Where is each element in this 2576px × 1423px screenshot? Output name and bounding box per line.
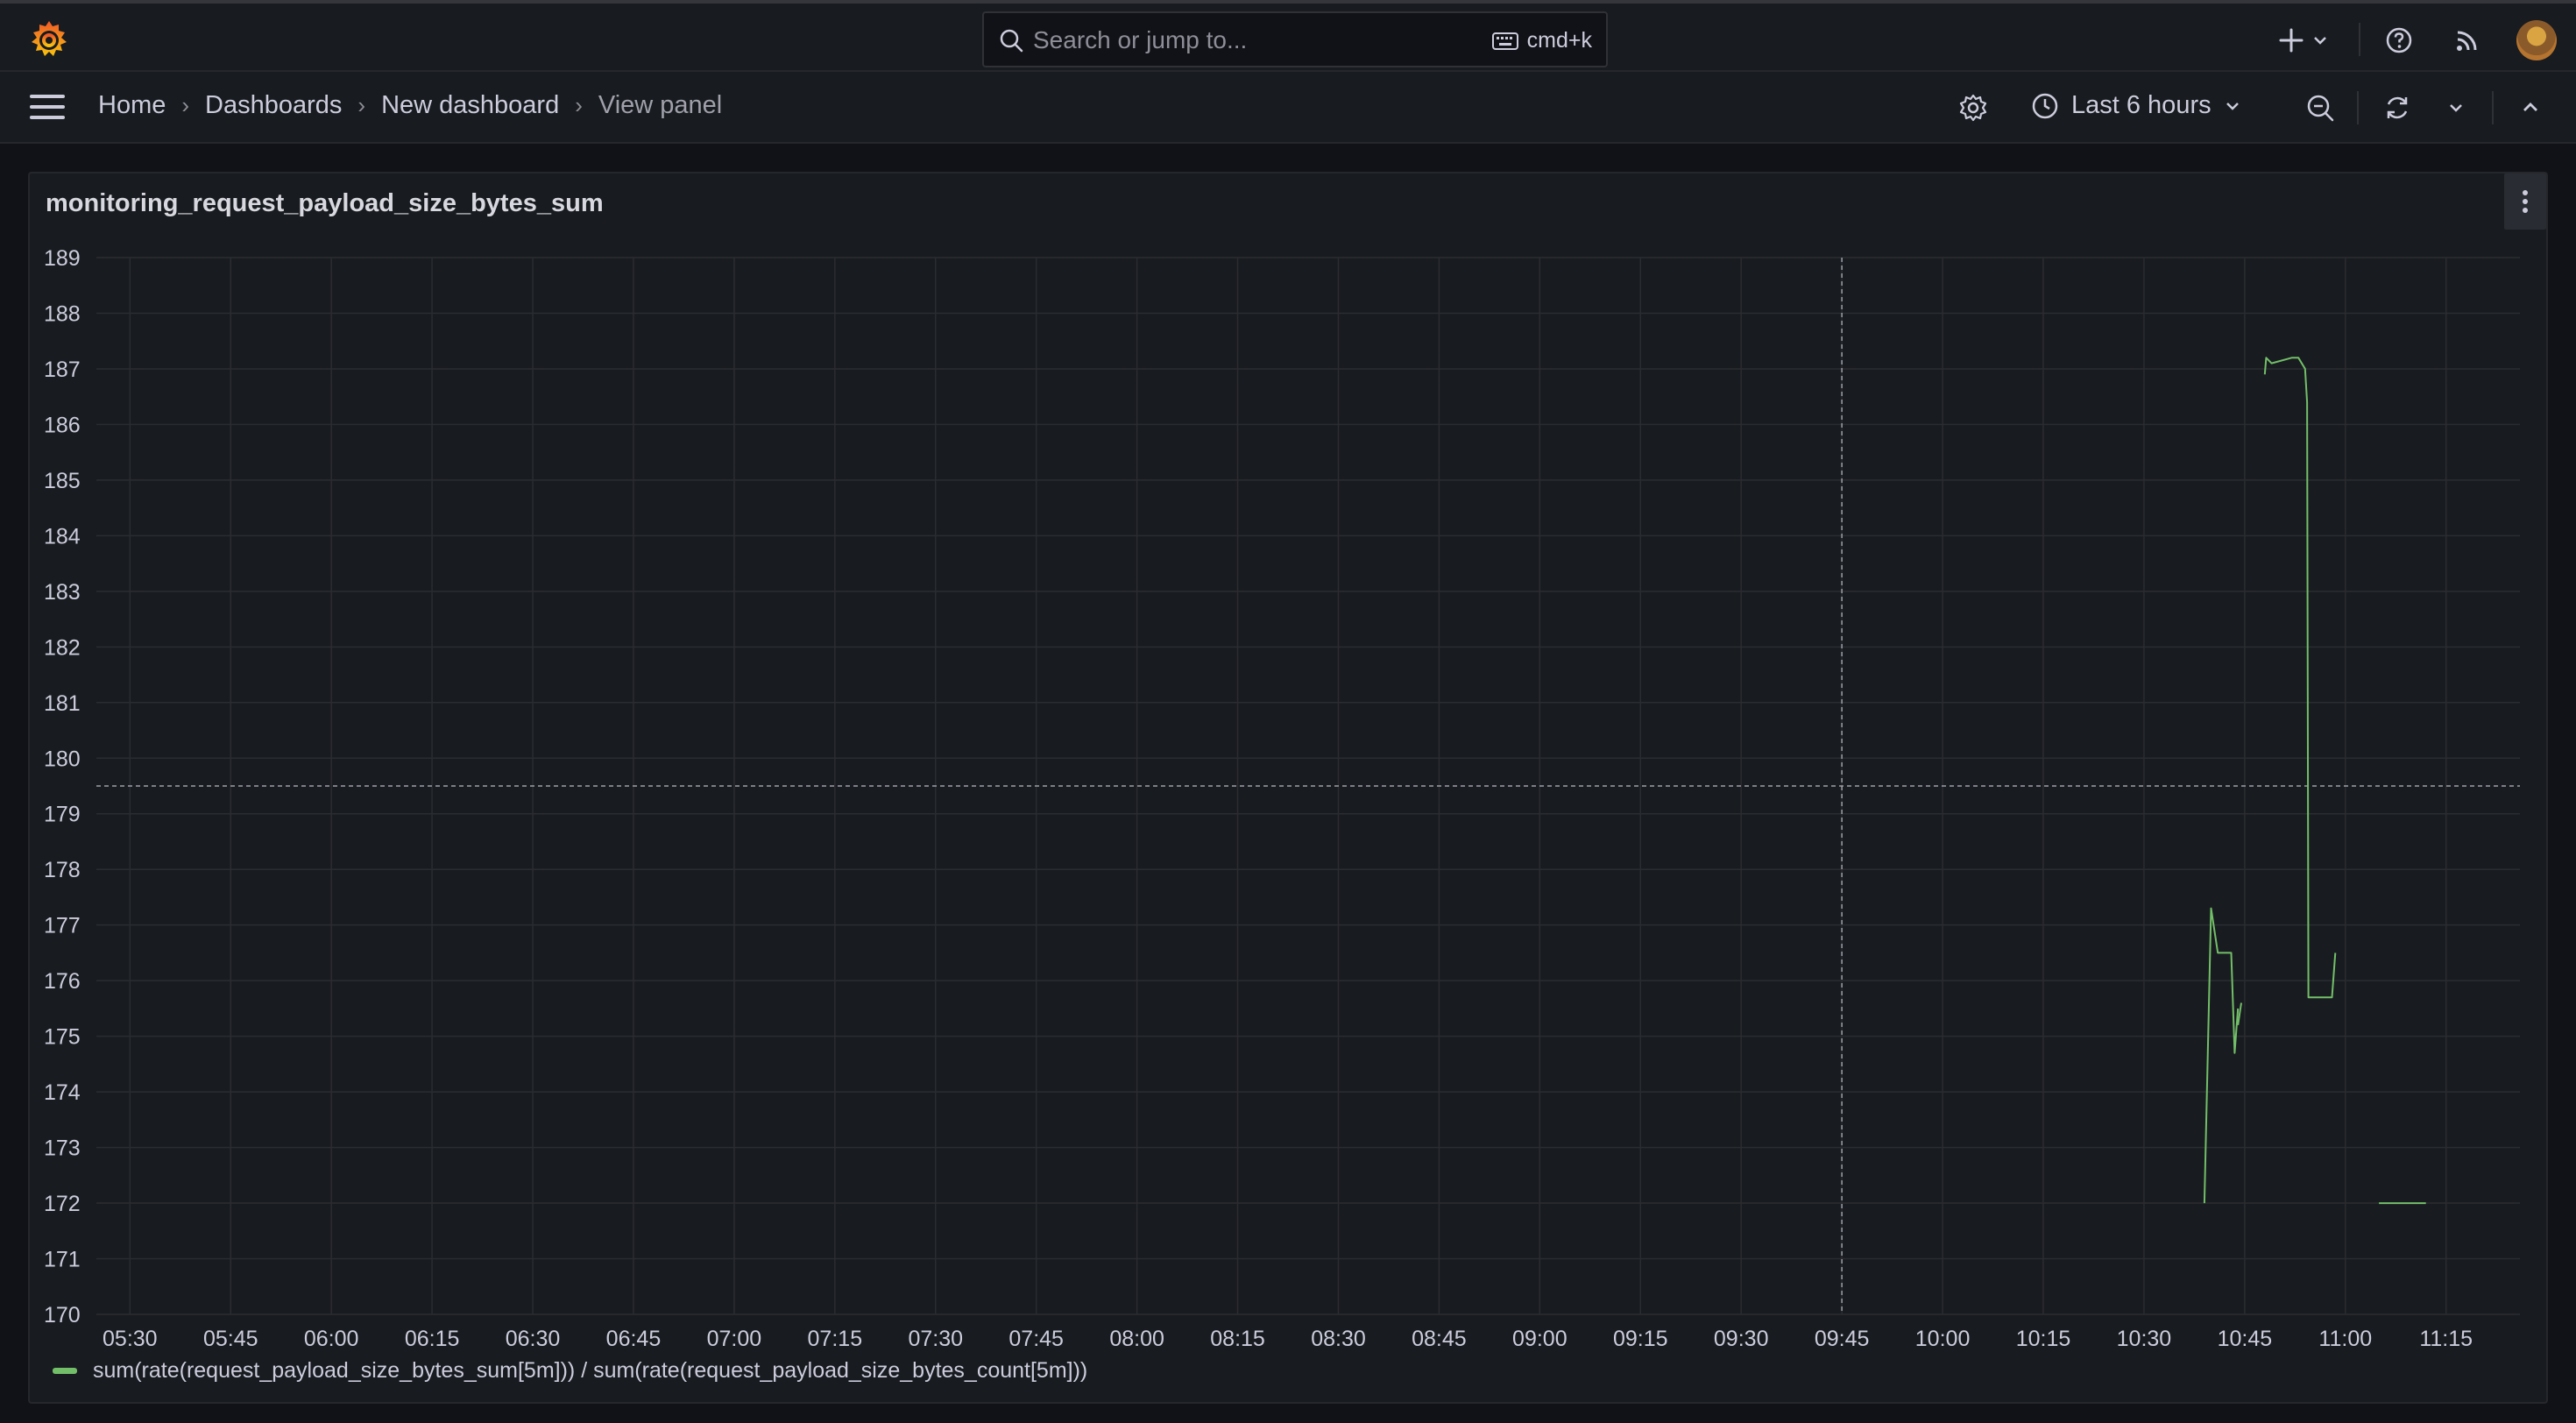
y-tick-label: 175 xyxy=(44,1025,81,1050)
y-tick-label: 177 xyxy=(44,914,81,938)
y-tick-label: 188 xyxy=(44,301,81,326)
y-tick-label: 170 xyxy=(44,1303,81,1327)
x-tick-label: 07:45 xyxy=(1008,1327,1064,1348)
x-tick-label: 09:00 xyxy=(1512,1327,1568,1348)
y-tick-label: 189 xyxy=(44,246,81,271)
x-tick-label: 07:00 xyxy=(707,1327,762,1348)
clock-icon xyxy=(2032,93,2058,118)
x-tick-label: 09:45 xyxy=(1815,1327,1870,1348)
x-tick-label: 06:00 xyxy=(304,1327,359,1348)
search-bar[interactable]: Search or jump to... cmd+k xyxy=(982,11,1608,67)
x-tick-label: 09:15 xyxy=(1613,1327,1668,1348)
breadcrumb: Home › Dashboards › New dashboard › View… xyxy=(98,91,722,120)
chevron-down-icon xyxy=(2226,102,2239,110)
dashboard-settings-button[interactable] xyxy=(1956,89,1991,126)
search-shortcut: cmd+k xyxy=(1491,28,1592,53)
chevron-down-icon xyxy=(2450,104,2462,112)
chevron-up-icon xyxy=(2523,103,2537,111)
plus-icon xyxy=(2279,28,2304,53)
search-shortcut-label: cmd+k xyxy=(1526,28,1592,53)
y-tick-label: 179 xyxy=(44,803,81,827)
x-tick-label: 05:30 xyxy=(103,1327,158,1348)
more-vertical-icon xyxy=(2523,190,2528,213)
y-tick-label: 176 xyxy=(44,969,81,994)
breadcrumb-new-dashboard[interactable]: New dashboard xyxy=(381,91,559,120)
x-tick-label: 07:30 xyxy=(908,1327,963,1348)
refresh-button[interactable] xyxy=(2380,89,2415,126)
search-icon xyxy=(1000,29,1023,53)
y-tick-label: 172 xyxy=(44,1192,81,1216)
menu-toggle-icon[interactable] xyxy=(30,95,65,121)
x-tick-label: 06:15 xyxy=(405,1327,460,1348)
x-tick-label: 06:30 xyxy=(506,1327,561,1348)
grafana-logo-icon[interactable] xyxy=(26,18,72,63)
series-line xyxy=(2263,357,2337,999)
x-tick-label: 08:45 xyxy=(1412,1327,1467,1348)
x-tick-label: 08:15 xyxy=(1210,1327,1265,1348)
x-tick-label: 06:45 xyxy=(606,1327,662,1348)
x-tick-label: 10:15 xyxy=(2016,1327,2071,1348)
chevron-right-icon: › xyxy=(575,92,583,118)
time-range-label: Last 6 hours xyxy=(2071,91,2212,119)
refresh-interval-dropdown[interactable] xyxy=(2441,89,2471,126)
top-bar: Search or jump to... cmd+k xyxy=(0,0,2576,72)
nav-bar: Home › Dashboards › New dashboard › View… xyxy=(0,72,2576,144)
divider xyxy=(2492,91,2494,124)
panel-title: monitoring_request_payload_size_bytes_su… xyxy=(46,189,604,217)
x-tick-label: 07:15 xyxy=(808,1327,863,1348)
new-button[interactable] xyxy=(2273,23,2334,58)
refresh-icon xyxy=(2387,96,2408,119)
time-series-chart[interactable]: 170 171 172 173 174 175 176 177 178 179 180 181 182 1… xyxy=(30,173,2546,1348)
y-tick-label: 187 xyxy=(44,358,81,382)
chevron-right-icon: › xyxy=(357,92,366,118)
search-placeholder: Search or jump to... xyxy=(1033,26,1248,53)
help-icon xyxy=(2386,27,2412,53)
x-tick-label: 11:15 xyxy=(2419,1327,2473,1348)
chart-legend[interactable]: sum(rate(request_payload_size_bytes_sum[… xyxy=(53,1358,1087,1384)
collapse-toolbar-button[interactable] xyxy=(2513,89,2548,126)
help-button[interactable] xyxy=(2381,23,2417,58)
x-tick-label: 10:30 xyxy=(2117,1327,2172,1348)
breadcrumb-home[interactable]: Home xyxy=(98,91,166,120)
user-avatar[interactable] xyxy=(2516,20,2557,60)
divider xyxy=(2357,91,2359,124)
y-tick-label: 186 xyxy=(44,413,81,437)
rss-icon xyxy=(2457,31,2477,51)
zoom-out-icon xyxy=(2307,95,2334,122)
series-line xyxy=(2203,907,2240,1204)
y-tick-label: 182 xyxy=(44,635,81,660)
gear-icon xyxy=(1959,94,1987,122)
x-tick-label: 05:45 xyxy=(203,1327,258,1348)
x-tick-label: 09:30 xyxy=(1714,1327,1769,1348)
breadcrumb-dashboards[interactable]: Dashboards xyxy=(205,91,342,120)
divider xyxy=(2359,23,2360,56)
y-tick-label: 180 xyxy=(44,747,81,771)
panel-menu-button[interactable] xyxy=(2504,173,2546,230)
zoom-out-button[interactable] xyxy=(2303,89,2338,126)
panel: 170 171 172 173 174 175 176 177 178 179 180 181 182 1… xyxy=(28,172,2548,1404)
x-tick-label: 08:00 xyxy=(1109,1327,1164,1348)
x-tick-label: 10:45 xyxy=(2218,1327,2273,1348)
series-line xyxy=(2237,1002,2242,1026)
y-tick-label: 173 xyxy=(44,1136,81,1161)
chevron-down-icon xyxy=(2314,37,2326,45)
x-tick-label: 11:00 xyxy=(2318,1327,2372,1348)
y-tick-label: 183 xyxy=(44,580,81,605)
news-button[interactable] xyxy=(2450,23,2485,58)
x-tick-label: 08:30 xyxy=(1311,1327,1366,1348)
y-tick-label: 181 xyxy=(44,691,81,716)
keyboard-icon xyxy=(1491,32,1518,50)
time-range-picker[interactable]: Last 6 hours xyxy=(2031,91,2241,120)
y-tick-label: 184 xyxy=(44,524,81,549)
chevron-right-icon: › xyxy=(181,92,190,118)
y-tick-label: 185 xyxy=(44,469,81,493)
legend-swatch xyxy=(53,1368,77,1374)
y-tick-label: 171 xyxy=(44,1248,81,1272)
y-tick-label: 178 xyxy=(44,858,81,882)
breadcrumb-view-panel: View panel xyxy=(598,91,723,119)
y-tick-label: 174 xyxy=(44,1080,81,1105)
legend-series-label: sum(rate(request_payload_size_bytes_sum[… xyxy=(93,1358,1088,1383)
x-tick-label: 10:00 xyxy=(1915,1327,1971,1348)
